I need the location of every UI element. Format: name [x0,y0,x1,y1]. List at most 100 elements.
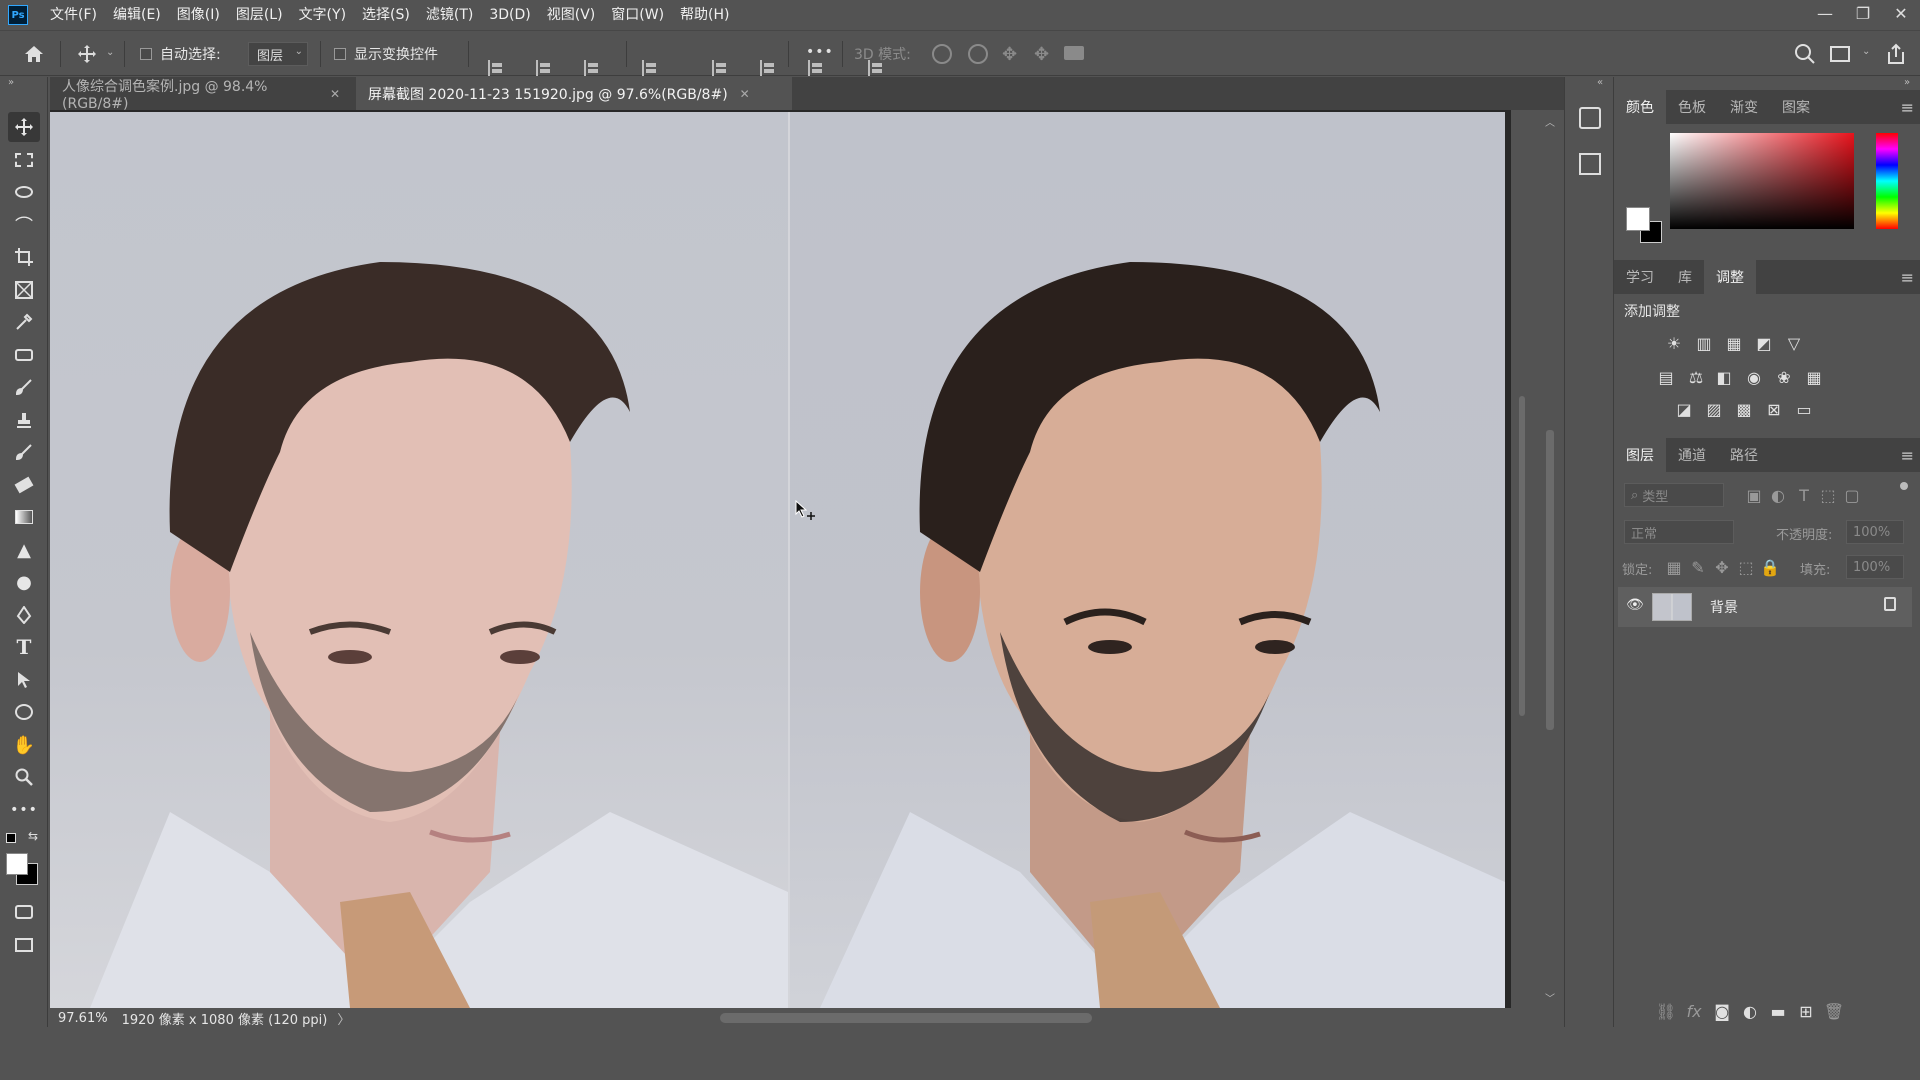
menu-help[interactable]: 帮助(H) [672,0,737,30]
curves-icon[interactable]: ▦ [1724,333,1744,353]
lock-all-icon[interactable]: 🔒 [1760,557,1780,577]
zoom-tool-button[interactable] [8,762,40,792]
menu-file[interactable]: 文件(F) [42,0,105,30]
3d-scale-icon[interactable] [1064,46,1084,60]
close-window-button[interactable]: ✕ [1882,0,1920,26]
collapse-chevrons-icon[interactable]: » [8,77,14,88]
panel-menu-icon[interactable]: ≡ [1901,446,1914,465]
tab-swatches[interactable]: 色板 [1666,90,1718,124]
chevron-down-icon[interactable]: ⌄ [1862,46,1870,57]
foreground-color-swatch[interactable] [6,853,28,875]
workspace-icon[interactable] [1830,46,1850,62]
lock-transparent-icon[interactable]: ▦ [1664,557,1684,577]
move-tool-icon[interactable] [76,43,98,65]
color-balance-icon[interactable]: ⚖ [1686,367,1706,387]
visibility-eye-icon[interactable]: 👁 [1626,597,1644,613]
dodge-tool-button[interactable]: ● [8,567,40,597]
align-center-h-icon[interactable] [536,60,552,76]
gradient-tool-button[interactable] [8,502,40,532]
status-menu-arrow[interactable]: 〉 [333,1009,354,1028]
document-canvas[interactable] [50,112,1505,1008]
3d-roll-icon[interactable] [968,44,988,64]
vertical-scrollbar-thumb[interactable] [1519,396,1525,716]
minimize-button[interactable]: — [1806,0,1844,26]
collapse-chevrons-icon[interactable]: « [1597,77,1603,88]
distribute-icon[interactable] [642,60,658,76]
align-left-icon[interactable] [488,60,504,76]
align-right-icon[interactable] [584,60,600,76]
align-middle-v-icon[interactable] [760,60,776,76]
healing-tool-button[interactable] [8,340,40,370]
tab-document-2[interactable]: 屏幕截图 2020-11-23 151920.jpg @ 97.6%(RGB/8… [356,77,792,110]
filter-type-icon[interactable]: T [1794,485,1814,505]
tab-color[interactable]: 颜色 [1614,90,1666,124]
zoom-level[interactable]: 97.61% [50,1011,116,1026]
type-tool-button[interactable]: T [8,632,40,662]
brightness-icon[interactable]: ☀ [1664,333,1684,353]
close-tab-icon[interactable]: ✕ [330,87,340,101]
threshold-icon[interactable]: ▩ [1734,399,1754,419]
filter-toggle[interactable] [1900,482,1908,490]
color-lookup-icon[interactable]: ▦ [1804,367,1824,387]
hand-tool-button[interactable]: ✋ [8,730,40,760]
selective-color-icon[interactable]: ⊠ [1764,399,1784,419]
channel-mixer-icon[interactable]: ❀ [1774,367,1794,387]
new-group-icon[interactable]: ▬ [1768,1001,1788,1021]
new-adjustment-icon[interactable]: ◐ [1740,1001,1760,1021]
frame-tool-button[interactable] [8,275,40,305]
filter-pixel-icon[interactable]: ▣ [1744,485,1764,505]
ellipse-tool-button[interactable] [8,697,40,727]
swap-colors-icon[interactable]: ⇆ [28,829,38,843]
tab-layers[interactable]: 图层 [1614,438,1666,472]
menu-window[interactable]: 窗口(W) [603,0,672,30]
layer-name[interactable]: 背景 [1710,597,1738,617]
brush-tool-button[interactable] [8,372,40,402]
search-icon[interactable] [1794,43,1816,69]
more-tools-button[interactable]: ••• [8,795,40,825]
lock-artboard-icon[interactable]: ⬚ [1736,557,1756,577]
history-brush-tool-button[interactable] [8,437,40,467]
path-select-tool-button[interactable] [8,665,40,695]
3d-pan-icon[interactable]: ✥ [1002,44,1017,65]
scroll-down-icon[interactable]: ﹀ [1545,990,1555,1005]
gradient-map-icon[interactable]: ▭ [1794,399,1814,419]
blend-mode-dropdown[interactable]: 正常 [1624,520,1734,544]
opacity-field[interactable]: 100% [1846,520,1904,544]
tab-adjustments[interactable]: 调整 [1704,260,1756,294]
quick-select-tool-button[interactable]: ⌒ [8,210,40,240]
crop-tool-button[interactable] [8,242,40,272]
share-icon[interactable] [1886,43,1906,69]
tab-learn[interactable]: 学习 [1614,260,1666,294]
color-picker-field[interactable] [1670,133,1854,229]
auto-select-dropdown[interactable]: 图层 ⌄ [248,42,308,66]
lock-position-icon[interactable]: ✥ [1712,557,1732,577]
default-colors-icon[interactable] [6,833,16,843]
tab-patterns[interactable]: 图案 [1770,90,1822,124]
tab-paths[interactable]: 路径 [1718,438,1770,472]
menu-3d[interactable]: 3D(D) [481,0,538,30]
panel-menu-icon[interactable]: ≡ [1901,98,1914,117]
menu-layer[interactable]: 图层(L) [228,0,291,30]
move-tool-button[interactable] [8,112,40,142]
hue-slider[interactable] [1876,133,1898,229]
menu-filter[interactable]: 滤镜(T) [418,0,481,30]
close-tab-icon[interactable]: ✕ [740,87,750,101]
chevron-down-icon[interactable]: ⌄ [106,47,114,58]
3d-slide-icon[interactable]: ✥ [1034,44,1049,65]
exposure-icon[interactable]: ◩ [1754,333,1774,353]
menu-select[interactable]: 选择(S) [354,0,418,30]
properties-panel-icon[interactable] [1579,153,1601,175]
align-bottom-icon[interactable] [808,60,824,76]
fill-field[interactable]: 100% [1846,555,1904,579]
blur-tool-button[interactable]: ▲ [8,535,40,565]
restore-button[interactable]: ❐ [1844,0,1882,26]
delete-layer-icon[interactable]: 🗑 [1824,1001,1844,1021]
fx-icon[interactable]: fx [1684,1001,1704,1021]
history-panel-icon[interactable] [1579,107,1601,129]
black-white-icon[interactable]: ◧ [1714,367,1734,387]
levels-icon[interactable]: ▥ [1694,333,1714,353]
menu-image[interactable]: 图像(I) [169,0,228,30]
scroll-up-icon[interactable]: ︿ [1545,114,1555,129]
new-layer-icon[interactable]: ⊞ [1796,1001,1816,1021]
vertical-scrollbar-thumb[interactable] [1546,430,1554,730]
